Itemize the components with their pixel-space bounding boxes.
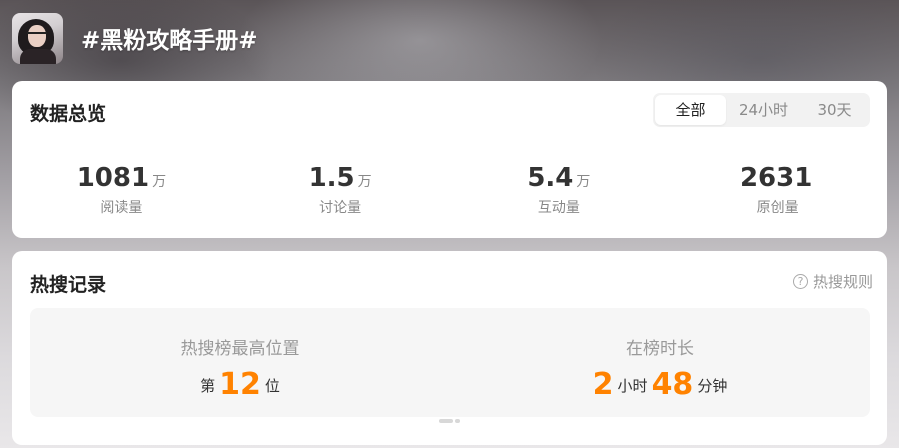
stat-label: 讨论量: [319, 200, 362, 216]
header: #黑粉攻略手册#: [12, 12, 258, 64]
rules-label: 热搜规则: [812, 273, 873, 291]
tab-30d[interactable]: 30天: [799, 93, 870, 127]
stat-value: 5.4: [527, 163, 574, 193]
page-dot[interactable]: [455, 418, 460, 423]
stat-discussions: 1.5 万 讨论量: [231, 163, 450, 217]
hotsearch-panel: 热搜榜最高位置 第 12 位 在榜时长 2 小时 48 分钟: [30, 308, 870, 417]
stat-unit: 万: [357, 174, 372, 190]
tab-all[interactable]: 全部: [655, 95, 726, 125]
peak-suffix: 位: [264, 377, 280, 395]
stat-unit: 万: [152, 174, 167, 190]
minutes-unit: 分钟: [697, 377, 728, 395]
stat-label: 阅读量: [100, 200, 143, 216]
hotsearch-title: 热搜记录: [30, 274, 107, 296]
stat-value: 1.5: [308, 163, 355, 193]
hotsearch-card: 热搜记录 ? 热搜规则 热搜榜最高位置 第 12 位 在榜时长 2 小时 48 分钟: [12, 251, 887, 445]
stats-row: 1081 万 阅读量 1.5 万 讨论量 5.4 万 互动量 2631 原创量: [12, 163, 887, 217]
avatar[interactable]: [12, 12, 63, 64]
duration-hours: 2: [592, 367, 614, 402]
help-circle-icon: ?: [792, 274, 808, 289]
hotsearch-rules-link[interactable]: ? 热搜规则: [792, 271, 873, 292]
page-dot-active[interactable]: [439, 418, 453, 423]
stat-label: 原创量: [756, 200, 799, 216]
stat-label: 互动量: [537, 200, 580, 216]
peak-position: 热搜榜最高位置 第 12 位: [30, 308, 450, 417]
on-list-duration: 在榜时长 2 小时 48 分钟: [450, 308, 870, 417]
stat-value: 2631: [739, 163, 813, 193]
stat-value: 1081: [76, 163, 150, 193]
overview-card: 数据总览 全部 24小时 30天 1081 万 阅读量 1.5 万 讨论量 5.4 万…: [12, 81, 887, 238]
peak-value: 12: [219, 367, 261, 402]
duration-minutes: 48: [651, 367, 694, 402]
stat-unit: 万: [576, 174, 591, 190]
overview-title: 数据总览: [30, 103, 107, 125]
hours-unit: 小时: [617, 377, 648, 395]
tab-24h[interactable]: 24小时: [728, 93, 799, 127]
page-indicator: [12, 410, 887, 429]
time-range-tabs: 全部 24小时 30天: [653, 93, 870, 127]
stat-originals: 2631 原创量: [668, 163, 887, 217]
peak-label: 热搜榜最高位置: [180, 339, 300, 359]
stat-reads: 1081 万 阅读量: [12, 163, 231, 217]
peak-prefix: 第: [200, 377, 216, 395]
duration-label: 在榜时长: [626, 339, 694, 359]
stat-interactions: 5.4 万 互动量: [450, 163, 669, 217]
topic-title: #黑粉攻略手册#: [81, 28, 258, 54]
